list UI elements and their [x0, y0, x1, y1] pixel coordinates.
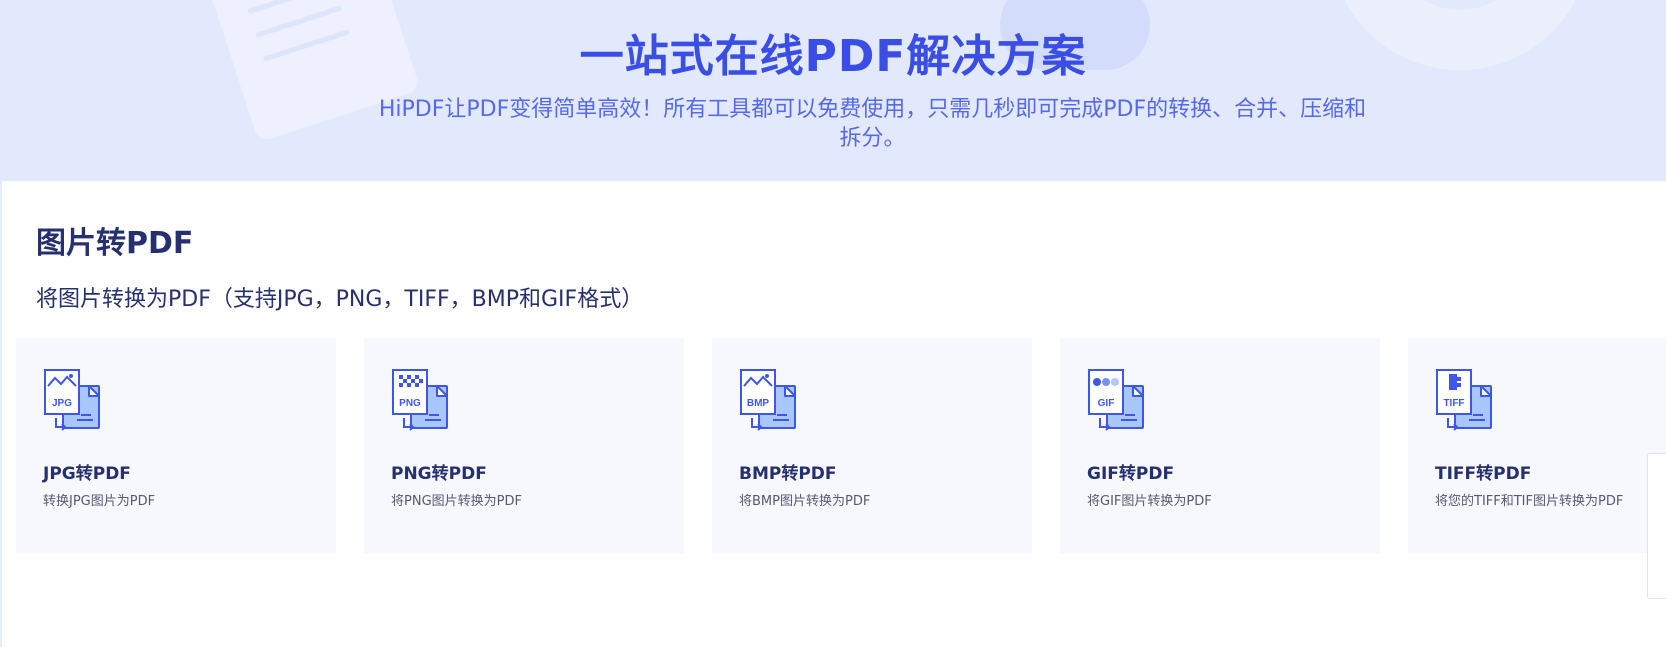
card-description: 将您的TIFF和TIF图片转换为PDF	[1435, 494, 1624, 509]
bmp-badge: BMP	[747, 398, 770, 409]
tiff-badge: TIFF	[1443, 398, 1464, 409]
tiff-to-pdf-icon: TIFF	[1436, 369, 1492, 431]
tool-card-bmp-to-pdf[interactable]: BMP BMP转PDF 将BMP图片转换为PDF	[712, 338, 1032, 553]
jpg-badge: JPG	[52, 398, 72, 409]
gif-to-pdf-icon: GIF	[1088, 369, 1144, 431]
jpg-to-pdf-icon: JPG	[44, 369, 100, 431]
tool-card-png-to-pdf[interactable]: PNG PNG转PDF 将PNG图片转换为PDF	[364, 338, 684, 553]
card-title: JPG转PDF	[43, 464, 131, 484]
tool-card-gif-to-pdf[interactable]: GIF GIF转PDF 将GIF图片转换为PDF	[1060, 338, 1380, 553]
tool-card-jpg-to-pdf[interactable]: JPG JPG转PDF 转换JPG图片为PDF	[16, 338, 336, 553]
gif-badge: GIF	[1098, 398, 1115, 409]
bmp-to-pdf-icon: BMP	[740, 369, 796, 431]
png-to-pdf-icon: PNG	[392, 369, 448, 431]
card-description: 将BMP图片转换为PDF	[739, 494, 871, 509]
card-description: 将GIF图片转换为PDF	[1087, 494, 1212, 509]
side-scroll-widget[interactable]	[1647, 453, 1666, 599]
png-badge: PNG	[399, 398, 421, 409]
card-title: TIFF转PDF	[1435, 464, 1532, 484]
card-title: BMP转PDF	[739, 464, 837, 484]
hero-banner: 一站式在线PDF解决方案 HiPDF让PDF变得简单高效！所有工具都可以免费使用…	[0, 0, 1666, 181]
tool-card-tiff-to-pdf[interactable]: TIFF TIFF转PDF 将您的TIFF和TIF图片转换为PDF	[1408, 338, 1666, 553]
card-title: PNG转PDF	[391, 464, 487, 484]
page-title: 一站式在线PDF解决方案	[579, 31, 1087, 82]
section-description: 将图片转换为PDF（支持JPG，PNG，TIFF，BMP和GIF格式）	[36, 287, 644, 312]
page-subtitle: HiPDF让PDF变得简单高效！所有工具都可以免费使用，只需几秒即可完成PDF的…	[378, 97, 1367, 151]
card-description: 将PNG图片转换为PDF	[391, 494, 522, 509]
section-title: 图片转PDF	[36, 226, 194, 261]
content-edge-divider	[0, 181, 2, 647]
card-title: GIF转PDF	[1087, 464, 1175, 484]
card-description: 转换JPG图片为PDF	[43, 494, 156, 509]
